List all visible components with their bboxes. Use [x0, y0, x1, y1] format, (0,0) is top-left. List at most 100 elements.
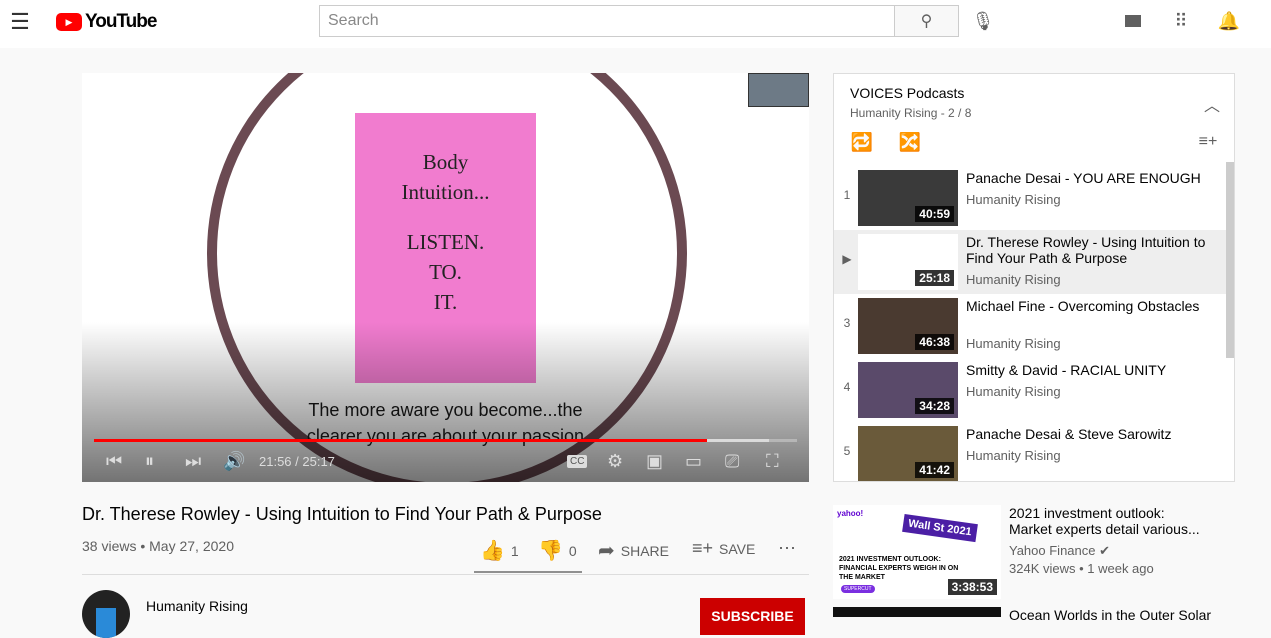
menu-icon[interactable]: ☰: [8, 9, 32, 34]
playlist-item-channel: Humanity Rising: [966, 448, 1061, 463]
card-line: TO.: [429, 260, 462, 284]
youtube-logo[interactable]: ▶ YouTube: [56, 11, 157, 33]
playlist-item-channel: Humanity Rising: [966, 272, 1061, 287]
thumb-badge: SUPERCUT: [841, 585, 875, 593]
playlist-index: 3: [843, 316, 851, 330]
fullscreen-icon[interactable]: ⛶: [766, 451, 779, 472]
like-count: 1: [510, 542, 519, 559]
caption-line: clearer you are about your passion: [306, 426, 585, 446]
card-line: Intuition...: [401, 180, 490, 204]
card-line: LISTEN.: [406, 230, 485, 254]
playlist-panel: VOICES Podcasts Humanity Rising - 2 / 8 …: [833, 73, 1235, 482]
thumb-text: 2021 INVESTMENT OUTLOOK: FINANCIAL EXPER…: [839, 556, 959, 581]
volume-icon[interactable]: 🔊: [223, 451, 245, 472]
save-playlist-icon[interactable]: ≡+: [1196, 130, 1220, 154]
card-line: Body: [422, 150, 469, 174]
playlist-thumbnail: 40:59: [858, 170, 958, 226]
apps-grid-icon[interactable]: ⠿: [1170, 10, 1192, 32]
duration-badge: 25:18: [915, 270, 954, 286]
playlist-index: 4: [843, 380, 851, 394]
playlist-thumbnail: 46:38: [858, 298, 958, 354]
search-button[interactable]: ⚲: [894, 5, 959, 37]
playlist-subtitle: Humanity Rising - 2 / 8: [850, 106, 972, 120]
playlist-index: 5: [843, 444, 851, 458]
play-logo-icon: ▶: [56, 13, 82, 31]
caption-line: The more aware you become...the: [308, 400, 583, 420]
create-video-icon[interactable]: [1122, 10, 1144, 32]
related-meta: 324K views • 1 week ago: [1009, 561, 1154, 576]
like-button[interactable]: 👍 1: [480, 538, 519, 563]
playlist-item-channel: Humanity Rising: [966, 384, 1061, 399]
related-title: 2021 investment outlook: Market experts …: [1009, 505, 1200, 537]
playlist-item[interactable]: 3 46:38 Michael Fine - Overcoming Obstac…: [834, 294, 1226, 358]
playlist-thumbnail: 34:28: [858, 362, 958, 418]
playlist-title[interactable]: VOICES Podcasts: [850, 85, 964, 101]
top-bar: ☰ ▶ YouTube Search ⚲ 🎙 ⠿ 🔔: [0, 0, 1271, 48]
next-icon[interactable]: ⏭: [185, 451, 201, 472]
search-icon: ⚲: [920, 13, 933, 30]
thumb-sign: Wall St 2021: [902, 513, 978, 543]
subscribe-button[interactable]: SUBSCRIBE: [700, 598, 805, 635]
more-actions-icon[interactable]: ⋯: [778, 538, 796, 559]
playlist-item-title: Dr. Therese Rowley - Using Intuition to …: [966, 234, 1206, 266]
playlist-item[interactable]: 1 40:59 Panache Desai - YOU ARE ENOUGH H…: [834, 166, 1226, 230]
dislike-button[interactable]: 👎 0: [538, 538, 577, 563]
video-title: Dr. Therese Rowley - Using Intuition to …: [82, 504, 602, 524]
playlist-item-title: Panache Desai - YOU ARE ENOUGH: [966, 170, 1201, 186]
settings-gear-icon[interactable]: ⚙: [607, 451, 623, 472]
playlist-item[interactable]: ▶ 25:18 Dr. Therese Rowley - Using Intui…: [834, 230, 1226, 294]
shuffle-icon[interactable]: 🔀: [898, 130, 922, 154]
playlist-thumbnail: 25:18: [858, 234, 958, 290]
microphone-icon[interactable]: 🎙: [972, 10, 995, 32]
share-arrow-icon: ➦: [598, 540, 615, 562]
progress-bar[interactable]: [94, 439, 797, 442]
verified-check-icon: ✔: [1099, 543, 1111, 558]
share-button[interactable]: ➦ SHARE: [598, 538, 669, 563]
related-channel-name: Yahoo Finance: [1009, 543, 1096, 558]
playlist-item[interactable]: 4 34:28 Smitty & David - RACIAL UNITY Hu…: [834, 358, 1226, 422]
playlist-index: 1: [843, 188, 851, 202]
related-channel: Yahoo Finance ✔: [1009, 543, 1110, 559]
channel-name[interactable]: Humanity Rising: [146, 598, 248, 614]
video-player[interactable]: Body Intuition... LISTEN. TO. IT. The mo…: [82, 73, 809, 482]
playlist-index: ▶: [842, 252, 852, 266]
previous-icon[interactable]: ⏮: [106, 451, 122, 472]
playlist-item-title: Michael Fine - Overcoming Obstacles: [966, 298, 1200, 314]
save-label: SAVE: [719, 540, 756, 557]
pause-icon[interactable]: ⏸: [145, 451, 154, 472]
playlist-item-channel: Humanity Rising: [966, 192, 1061, 207]
notifications-bell-icon[interactable]: 🔔: [1218, 10, 1240, 32]
miniplayer-icon[interactable]: ▣: [646, 451, 663, 472]
thumbs-up-icon: 👍: [480, 540, 505, 562]
playlist-item-channel: Humanity Rising: [966, 336, 1061, 351]
card-line: IT.: [433, 290, 458, 314]
divider: [82, 574, 809, 575]
captions-icon[interactable]: CC: [567, 455, 588, 468]
related-video[interactable]: Ocean Worlds in the Outer Solar: [833, 607, 1271, 623]
add-to-playlist-icon: ≡+: [692, 538, 714, 558]
logo-text: YouTube: [85, 11, 157, 32]
duration-badge: 3:38:53: [947, 579, 997, 595]
duration-badge: 34:28: [915, 398, 954, 414]
thumbs-down-icon: 👎: [538, 540, 563, 562]
channel-avatar[interactable]: [82, 590, 130, 638]
playlist-scrollbar[interactable]: [1226, 162, 1234, 358]
playlist-thumbnail: 41:42: [858, 426, 958, 481]
search-input[interactable]: Search: [319, 5, 895, 37]
theater-mode-icon[interactable]: ▭: [685, 451, 702, 472]
save-button[interactable]: ≡+ SAVE: [692, 538, 755, 559]
duration-badge: 40:59: [915, 206, 954, 222]
played-bar: [94, 439, 708, 442]
related-title: Ocean Worlds in the Outer Solar: [1009, 607, 1212, 623]
cast-icon[interactable]: ⎚: [725, 451, 739, 472]
related-video[interactable]: yahoo! Wall St 2021 2021 INVESTMENT OUTL…: [833, 505, 1271, 600]
duration-badge: 46:38: [915, 334, 954, 350]
webcam-overlay: [748, 73, 809, 107]
search-placeholder: Search: [328, 12, 379, 29]
sentiment-bar: [474, 571, 582, 573]
collapse-chevron-icon[interactable]: ︿: [1202, 94, 1222, 115]
playlist-item[interactable]: 5 41:42 Panache Desai & Steve Sarowitz H…: [834, 422, 1226, 481]
views-date: 38 views • May 27, 2020: [82, 538, 234, 554]
related-thumbnail: [833, 607, 1001, 617]
loop-icon[interactable]: 🔁: [850, 130, 874, 154]
